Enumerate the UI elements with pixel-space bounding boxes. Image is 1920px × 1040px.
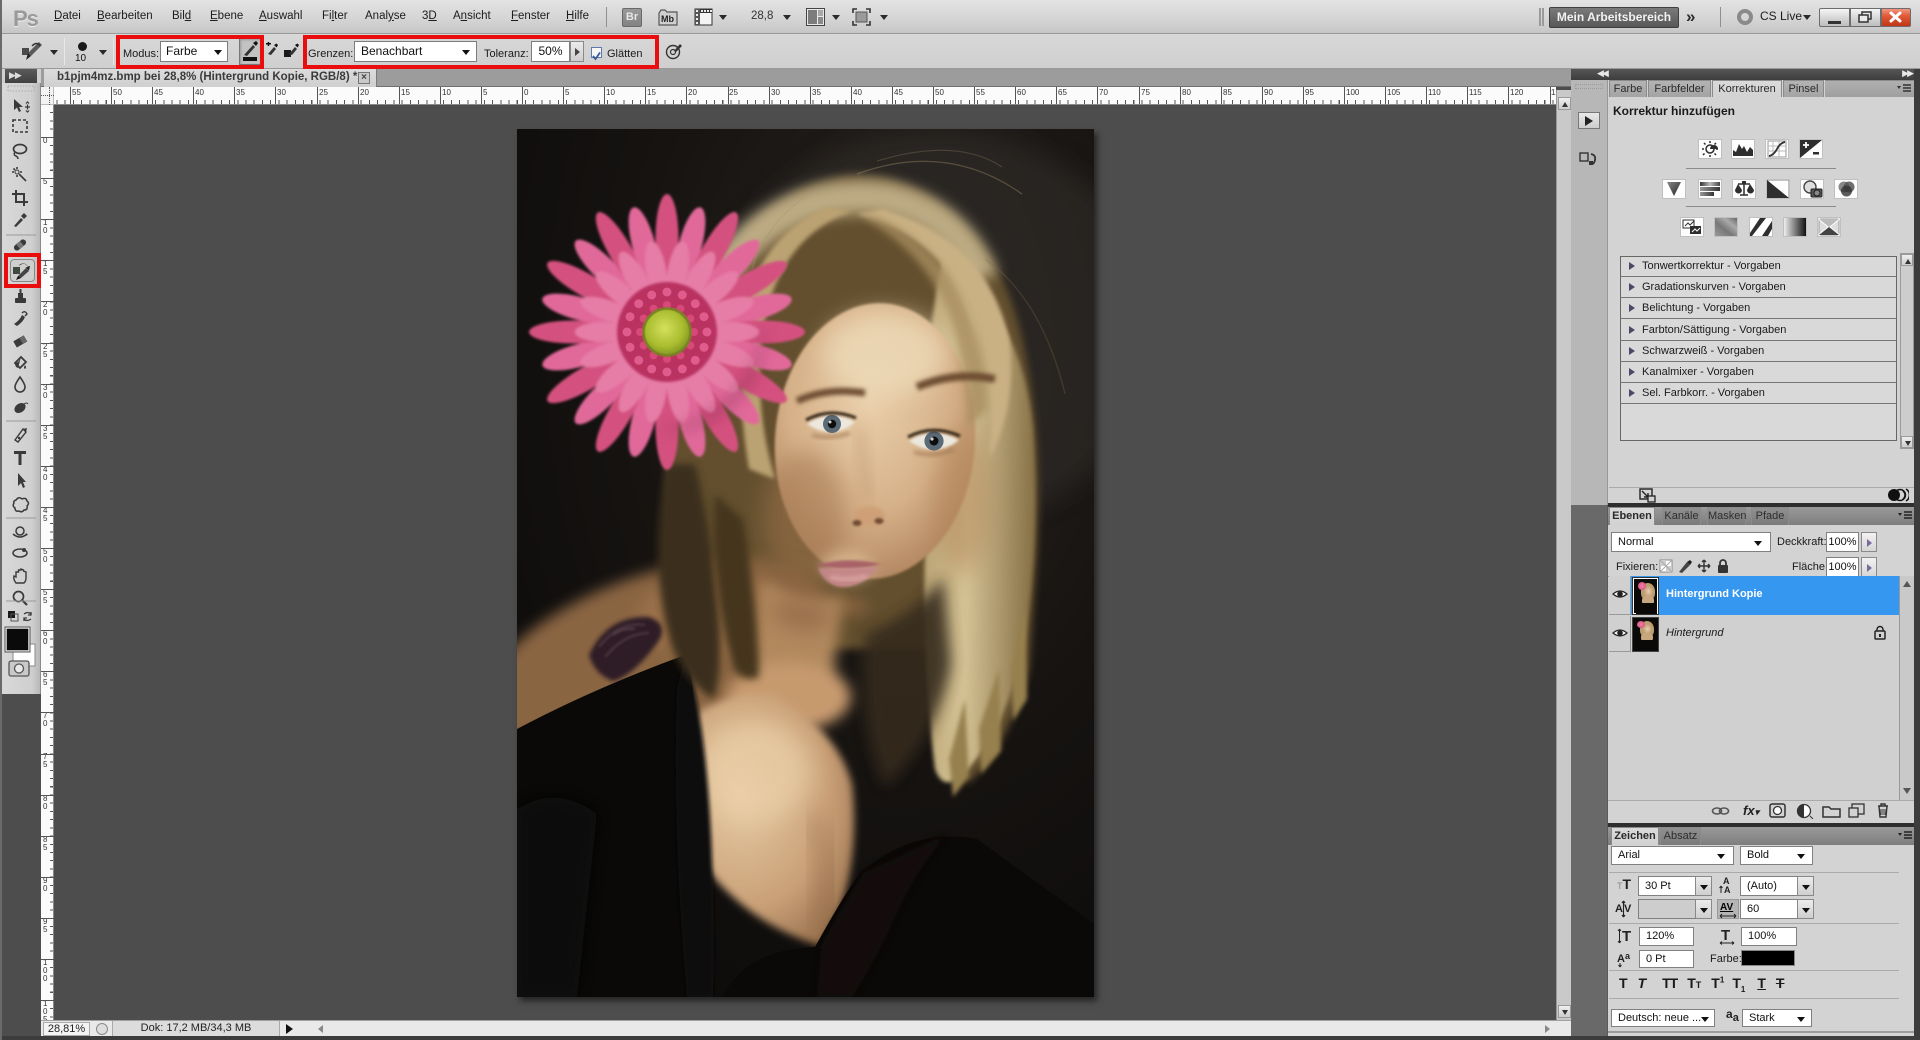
svg-text:A: A: [1724, 885, 1731, 895]
svg-text:A: A: [1615, 903, 1623, 915]
svg-text:V: V: [1624, 903, 1632, 915]
svg-text:A: A: [1617, 953, 1625, 965]
svg-text:T: T: [1622, 928, 1631, 945]
svg-text:Mb: Mb: [661, 14, 674, 24]
svg-text:a: a: [1625, 951, 1631, 961]
svg-text:T: T: [1721, 927, 1730, 944]
